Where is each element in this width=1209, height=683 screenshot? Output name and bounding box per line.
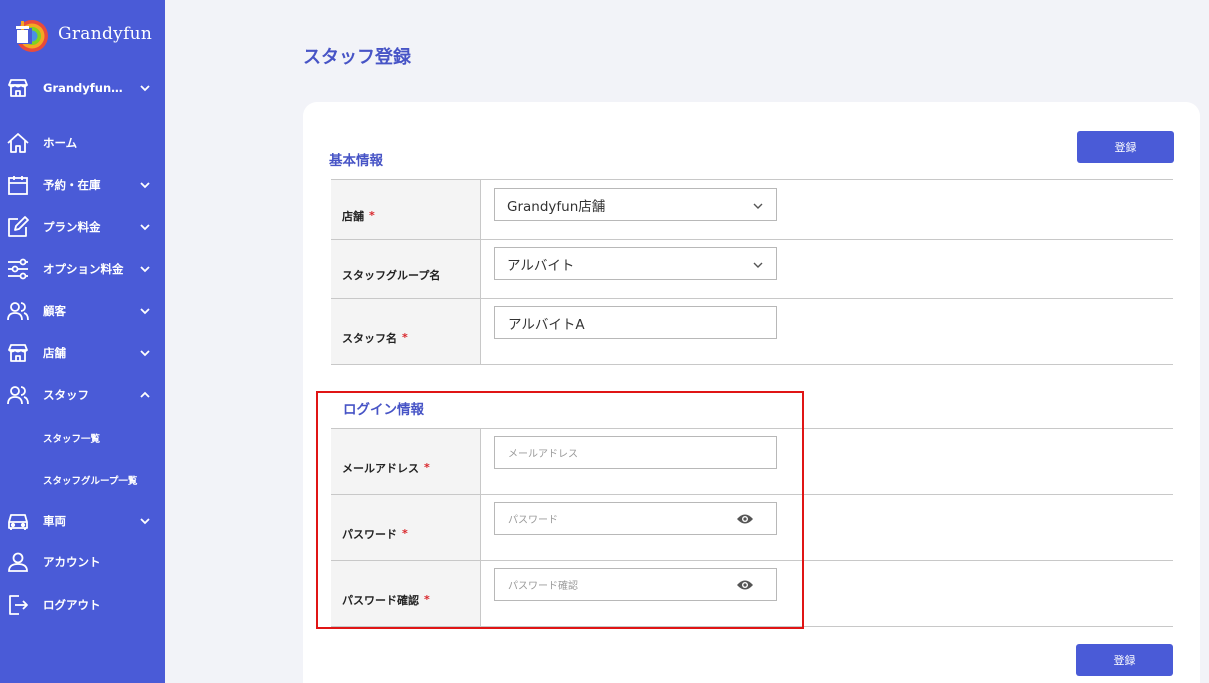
sliders-icon — [8, 258, 28, 280]
login-info-form: メールアドレス * メールアドレス パスワード * パスワード パスワード確認 * パ… — [331, 428, 1173, 627]
chevron-down-icon — [753, 203, 763, 209]
staff-group-select-value: アルバイト — [507, 257, 575, 274]
staff-name-row: スタッフ名 * アルバイトA — [331, 299, 1173, 365]
staff-group-select[interactable]: アルバイト — [494, 247, 777, 280]
chevron-down-icon — [753, 262, 763, 268]
chevron-up-icon — [140, 391, 150, 398]
store-label: 店舗 * — [331, 180, 481, 239]
chevron-down-icon — [140, 224, 150, 231]
password-confirm-input[interactable]: パスワード確認 — [494, 568, 777, 601]
calendar-icon — [8, 176, 28, 195]
store-icon — [8, 79, 28, 97]
password-placeholder: パスワード — [508, 515, 558, 526]
chevron-down-icon — [140, 350, 150, 357]
home-icon — [7, 133, 29, 153]
store-selector-label: Grandyfun… — [43, 81, 123, 95]
store-label-text: 店舗 — [342, 209, 364, 223]
sidebar-item-label: 顧客 — [43, 304, 66, 318]
sidebar-subitem-staff-group-list[interactable]: スタッフグループ一覧 — [43, 473, 137, 487]
eye-icon[interactable] — [736, 578, 754, 592]
sidebar-item-label: 予約・在庫 — [43, 178, 101, 192]
required-mark: * — [369, 209, 375, 222]
sidebar-item-option[interactable]: オプション料金 — [0, 254, 165, 284]
sidebar-item-label: オプション料金 — [43, 262, 124, 276]
login-info-title: ログイン情報 — [343, 402, 424, 418]
store-row: 店舗 * Grandyfun店舗 — [331, 180, 1173, 240]
account-icon — [8, 552, 28, 572]
register-button-top[interactable]: 登録 — [1077, 131, 1174, 163]
eye-icon[interactable] — [736, 512, 754, 526]
sidebar-item-customer[interactable]: 顧客 — [0, 296, 165, 326]
store-field: Grandyfun店舗 — [481, 180, 1173, 239]
staff-icon — [7, 386, 29, 405]
password-input[interactable]: パスワード — [494, 502, 777, 535]
sidebar-item-reservation[interactable]: 予約・在庫 — [0, 170, 165, 200]
chevron-down-icon — [140, 308, 150, 315]
sidebar-item-label: アカウント — [43, 555, 101, 569]
store-select-value: Grandyfun店舗 — [507, 198, 606, 215]
car-icon — [8, 514, 28, 530]
register-button-bottom[interactable]: 登録 — [1076, 644, 1173, 676]
email-field: メールアドレス — [481, 429, 1173, 494]
store-selector[interactable]: Grandyfun… — [0, 73, 165, 103]
app-name: Grandyfun — [58, 24, 153, 44]
required-mark: * — [424, 461, 430, 474]
password-field: パスワード — [481, 495, 1173, 560]
sidebar-item-label: プラン料金 — [43, 220, 101, 234]
email-input[interactable]: メールアドレス — [494, 436, 777, 469]
sidebar-item-plan[interactable]: プラン料金 — [0, 212, 165, 242]
logo[interactable]: Grandyfun — [12, 14, 152, 54]
email-label-text: メールアドレス — [342, 461, 419, 475]
required-mark: * — [402, 331, 408, 344]
store-select[interactable]: Grandyfun店舗 — [494, 188, 777, 221]
sidebar: Grandyfun Grandyfun… ホーム 予約・在庫 プラン料金 オプシ… — [0, 0, 165, 683]
staff-name-input[interactable]: アルバイトA — [494, 306, 777, 339]
logo-icon — [15, 20, 48, 52]
staff-group-field: アルバイト — [481, 240, 1173, 298]
sidebar-item-label: 店舗 — [43, 346, 66, 360]
staff-name-field: アルバイトA — [481, 299, 1173, 364]
logout-icon — [9, 595, 28, 615]
users-icon — [7, 302, 29, 321]
password-confirm-placeholder: パスワード確認 — [508, 581, 578, 592]
chevron-down-icon — [140, 518, 150, 525]
sidebar-item-vehicle[interactable]: 車両 — [0, 506, 165, 536]
password-label: パスワード * — [331, 495, 481, 560]
staff-group-row: スタッフグループ名 アルバイト — [331, 240, 1173, 299]
password-confirm-field: パスワード確認 — [481, 561, 1173, 626]
sidebar-item-home[interactable]: ホーム — [0, 128, 165, 158]
sidebar-item-account[interactable]: アカウント — [0, 547, 165, 577]
sidebar-subitem-staff-list[interactable]: スタッフ一覧 — [43, 431, 100, 445]
sidebar-item-logout[interactable]: ログアウト — [0, 590, 165, 620]
sidebar-item-label: スタッフ — [43, 388, 89, 402]
staff-name-input-value: アルバイトA — [508, 316, 585, 333]
basic-info-title: 基本情報 — [329, 153, 383, 169]
staff-name-label: スタッフ名 * — [331, 299, 481, 364]
required-mark: * — [424, 593, 430, 606]
password-confirm-label-text: パスワード確認 — [342, 593, 419, 607]
chevron-down-icon — [140, 182, 150, 189]
sidebar-item-label: ログアウト — [43, 598, 101, 612]
basic-info-form: 店舗 * Grandyfun店舗 スタッフグループ名 アルバイト スタッフ名 * ア… — [331, 179, 1173, 365]
chevron-down-icon — [140, 85, 150, 92]
password-confirm-label: パスワード確認 * — [331, 561, 481, 626]
sidebar-item-staff[interactable]: スタッフ — [0, 380, 165, 410]
email-row: メールアドレス * メールアドレス — [331, 429, 1173, 495]
sidebar-item-label: 車両 — [43, 514, 66, 528]
page-title: スタッフ登録 — [303, 47, 411, 68]
staff-group-label: スタッフグループ名 — [331, 240, 481, 298]
edit-icon — [8, 216, 29, 237]
chevron-down-icon — [140, 266, 150, 273]
email-label: メールアドレス * — [331, 429, 481, 494]
store-icon — [8, 344, 28, 362]
password-row: パスワード * パスワード — [331, 495, 1173, 561]
staff-name-label-text: スタッフ名 — [342, 331, 397, 345]
required-mark: * — [402, 527, 408, 540]
sidebar-item-store[interactable]: 店舗 — [0, 338, 165, 368]
password-label-text: パスワード — [342, 527, 397, 541]
staff-group-label-text: スタッフグループ名 — [342, 269, 441, 282]
email-placeholder: メールアドレス — [508, 449, 578, 460]
sidebar-item-label: ホーム — [43, 136, 78, 150]
password-confirm-row: パスワード確認 * パスワード確認 — [331, 561, 1173, 627]
